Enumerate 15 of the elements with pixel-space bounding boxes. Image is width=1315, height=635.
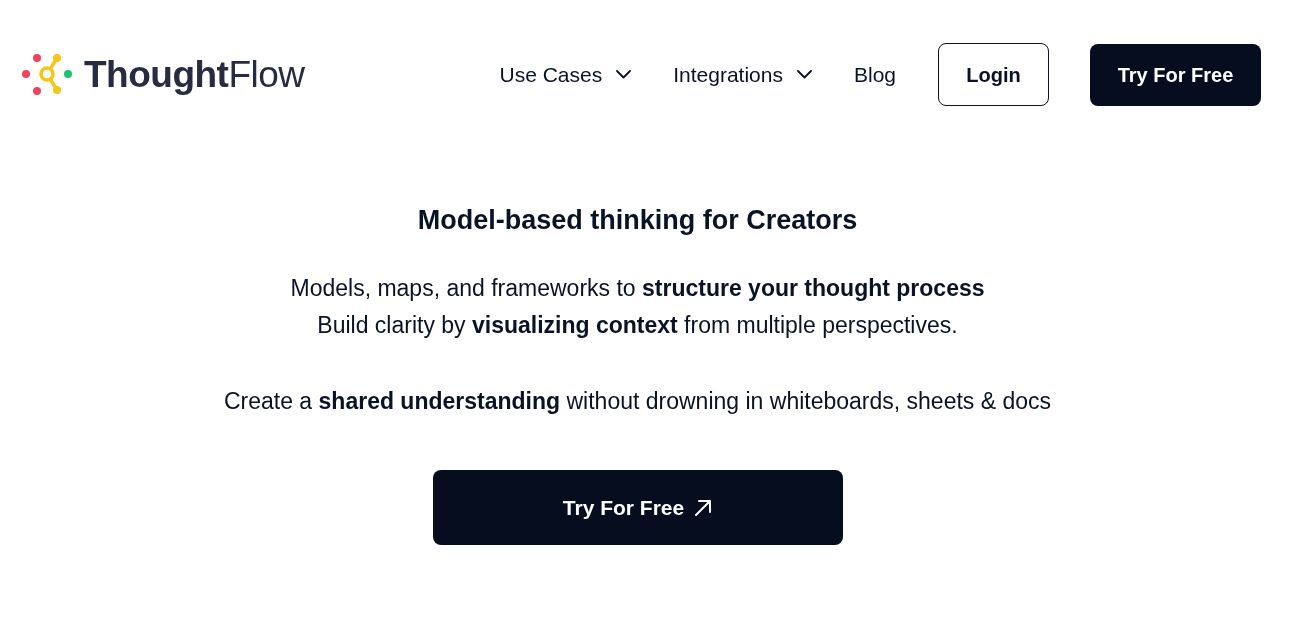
hero-text: Build clarity by visualizing context from multiple perspectives. [317, 311, 958, 340]
logo-icon [22, 53, 72, 96]
hero-title: Model-based thinking for Creators [417, 204, 858, 237]
try-free-button[interactable]: Try For Free [1090, 43, 1261, 106]
arrow-up-right-icon [694, 498, 713, 517]
hero-text: Models, maps, and frameworks to structure your thought process [290, 274, 985, 303]
chevron-down-icon [616, 70, 632, 79]
hero-tagline: Create a shared understanding without drowning in whiteboards, sheets & docs [223, 387, 1052, 416]
nav-link[interactable]: Blog [853, 58, 896, 91]
nav-dropdown[interactable]: Use Cases [499, 58, 632, 91]
login-button[interactable]: Login [938, 43, 1049, 106]
logo-wordmark[interactable]: ThoughtFlow [84, 56, 305, 93]
nav-dropdown[interactable]: Integrations [673, 58, 812, 91]
try-free-button[interactable]: Try For Free [432, 470, 843, 545]
chevron-down-icon [796, 70, 812, 79]
